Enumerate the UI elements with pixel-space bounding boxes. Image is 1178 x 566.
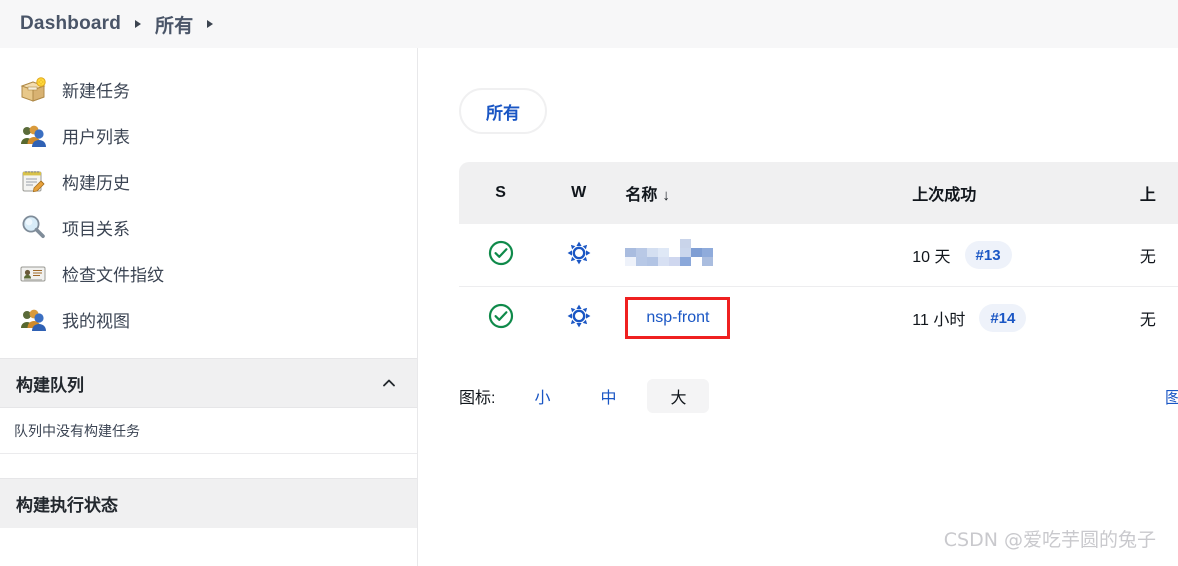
build-history-notepad-icon bbox=[18, 166, 48, 196]
last-success-time: 10 天 bbox=[912, 249, 951, 266]
column-header-name-label: 名称 bbox=[625, 187, 658, 204]
breadcrumb-chevron-icon bbox=[135, 20, 142, 28]
breadcrumb-bar: Dashboard 所有 bbox=[0, 0, 1178, 48]
jobs-table: S W 名称 ↓ 上次成功 上 10 天 #13 无 nsp-front 11 … bbox=[459, 162, 1178, 349]
sidebar-item-project-relationship[interactable]: 项目关系 bbox=[0, 204, 417, 250]
sidebar-item-label: 项目关系 bbox=[62, 219, 130, 239]
new-job-box-icon bbox=[18, 74, 48, 104]
icon-size-medium-button[interactable]: 中 bbox=[581, 379, 635, 413]
build-queue-empty-text: 队列中没有构建任务 bbox=[0, 408, 417, 454]
sidebar-item-label: 构建历史 bbox=[62, 173, 130, 193]
success-check-icon bbox=[488, 303, 514, 334]
job-name-redacted bbox=[625, 239, 714, 266]
column-header-status[interactable]: S bbox=[459, 184, 542, 202]
last-success-time: 11 小时 bbox=[912, 312, 966, 329]
sidebar-item-my-views[interactable]: 我的视图 bbox=[0, 296, 417, 342]
job-name-cell[interactable] bbox=[615, 239, 912, 271]
my-views-users-icon bbox=[18, 304, 48, 334]
table-row[interactable]: nsp-front 11 小时 #14 无 bbox=[459, 287, 1178, 349]
build-queue-title: 构建队列 bbox=[16, 375, 84, 395]
last-failure-value: 无 bbox=[1139, 249, 1156, 266]
column-header-weather[interactable]: W bbox=[542, 184, 615, 202]
success-check-icon bbox=[488, 240, 514, 271]
jenkins-dashboard-page: Dashboard 所有 新建任务 用户列表 构建历史 项目关系 检查文件指纹 … bbox=[0, 0, 1178, 566]
column-header-last-success[interactable]: 上次成功 bbox=[912, 181, 1140, 205]
build-executor-status-title: 构建执行状态 bbox=[16, 496, 118, 515]
icon-size-controls: 图标: 小 中 大 图例 bbox=[459, 379, 1178, 413]
job-name-link[interactable]: nsp-front bbox=[646, 309, 709, 326]
build-queue-panel: 构建队列 队列中没有构建任务 bbox=[0, 358, 417, 478]
build-queue-spacer bbox=[0, 454, 417, 478]
tab-all[interactable]: 所有 bbox=[459, 88, 547, 134]
csdn-watermark: CSDN @爱吃芋圆的兔子 bbox=[943, 529, 1156, 551]
sidebar-item-label: 我的视图 bbox=[62, 311, 130, 331]
project-relationship-magnifier-icon bbox=[18, 212, 48, 242]
sidebar-item-users[interactable]: 用户列表 bbox=[0, 112, 417, 158]
build-queue-header[interactable]: 构建队列 bbox=[0, 358, 417, 408]
legend-link[interactable]: 图例 bbox=[1165, 384, 1178, 408]
sidebar-item-build-history[interactable]: 构建历史 bbox=[0, 158, 417, 204]
sidebar-item-fingerprint[interactable]: 检查文件指纹 bbox=[0, 250, 417, 296]
breadcrumb-dashboard[interactable]: Dashboard bbox=[20, 13, 121, 35]
sidebar: 新建任务 用户列表 构建历史 项目关系 检查文件指纹 我的视图 构建队列 队列中… bbox=[0, 48, 418, 566]
job-weather-cell[interactable] bbox=[542, 303, 615, 334]
jobs-table-header-row: S W 名称 ↓ 上次成功 上 bbox=[459, 162, 1178, 224]
icon-size-small-button[interactable]: 小 bbox=[515, 379, 569, 413]
job-weather-cell[interactable] bbox=[542, 240, 615, 271]
build-executor-status-header[interactable]: 构建执行状态 bbox=[0, 478, 417, 528]
highlight-annotation-box: nsp-front bbox=[625, 297, 731, 339]
sort-descending-icon: ↓ bbox=[662, 187, 670, 204]
sidebar-item-label: 新建任务 bbox=[62, 81, 130, 101]
breadcrumb-chevron-icon-2 bbox=[207, 20, 214, 28]
job-status-cell[interactable] bbox=[459, 240, 542, 271]
fingerprint-card-icon bbox=[18, 258, 48, 288]
job-name-cell[interactable]: nsp-front bbox=[615, 297, 912, 339]
build-number-badge[interactable]: #14 bbox=[979, 304, 1027, 332]
sidebar-nav: 新建任务 用户列表 构建历史 项目关系 检查文件指纹 我的视图 bbox=[0, 48, 417, 342]
sunny-icon bbox=[566, 240, 592, 271]
job-last-failure-cell: 无 bbox=[1140, 243, 1178, 267]
sidebar-item-label: 用户列表 bbox=[62, 127, 130, 147]
last-failure-value: 无 bbox=[1139, 312, 1156, 329]
icon-size-large-button[interactable]: 大 bbox=[647, 379, 710, 413]
users-icon bbox=[18, 120, 48, 150]
chevron-up-icon[interactable] bbox=[381, 375, 397, 391]
sidebar-item-new-job[interactable]: 新建任务 bbox=[0, 66, 417, 112]
view-tabs: 所有 bbox=[419, 48, 1178, 134]
job-last-failure-cell: 无 bbox=[1140, 306, 1178, 330]
build-number-badge[interactable]: #13 bbox=[964, 241, 1012, 269]
column-header-name[interactable]: 名称 ↓ bbox=[615, 181, 912, 205]
breadcrumb-all[interactable]: 所有 bbox=[155, 11, 193, 38]
table-row[interactable]: 10 天 #13 无 bbox=[459, 224, 1178, 287]
main-content: 所有 S W 名称 ↓ 上次成功 上 10 天 #13 无 nsp-front … bbox=[419, 48, 1178, 566]
icon-size-label: 图标: bbox=[459, 390, 496, 407]
sunny-icon bbox=[566, 303, 592, 334]
job-last-success-cell: 10 天 #13 bbox=[912, 241, 1140, 269]
sidebar-item-label: 检查文件指纹 bbox=[62, 265, 164, 285]
job-status-cell[interactable] bbox=[459, 303, 542, 334]
column-header-last-failure[interactable]: 上 bbox=[1140, 181, 1178, 205]
job-last-success-cell: 11 小时 #14 bbox=[912, 304, 1140, 332]
